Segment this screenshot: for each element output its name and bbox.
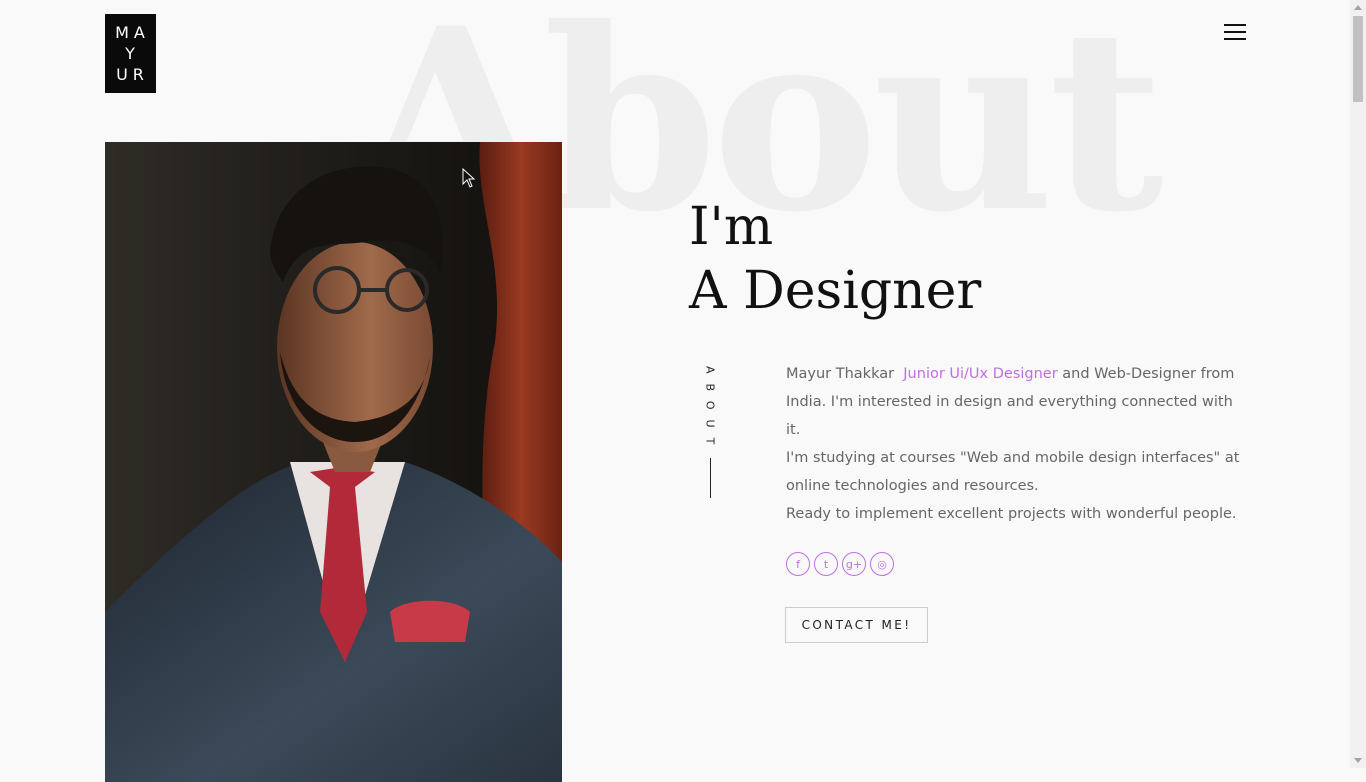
site-logo[interactable]: MA Y UR	[105, 14, 156, 93]
contact-me-button[interactable]: CONTACT ME!	[785, 607, 928, 643]
hamburger-menu-icon[interactable]	[1224, 24, 1246, 41]
bio-paragraph-3: Ready to implement excellent projects wi…	[786, 506, 1237, 522]
bio-paragraph-2: I'm studying at courses "Web and mobile …	[786, 450, 1240, 494]
bio-section: Mayur Thakkar Junior Ui/Ux Designer and …	[786, 360, 1246, 528]
hero-heading-line-1: I'm	[689, 197, 774, 257]
social-links: f t g+ ◎	[786, 552, 894, 576]
hero-heading-line-2: A Designer	[689, 261, 982, 321]
mouse-cursor-icon	[462, 168, 476, 188]
profile-photo	[105, 142, 562, 782]
bio-paragraph-1: Mayur Thakkar Junior Ui/Ux Designer and …	[786, 360, 1246, 444]
google-plus-icon[interactable]: g+	[842, 552, 866, 576]
about-side-label: ABOUT	[702, 366, 718, 499]
scroll-down-arrow-icon[interactable]	[1354, 758, 1362, 763]
side-label-divider	[709, 458, 711, 499]
bio-name: Mayur Thakkar	[786, 366, 895, 382]
twitter-icon[interactable]: t	[814, 552, 838, 576]
facebook-icon[interactable]: f	[786, 552, 810, 576]
role-link[interactable]: Junior Ui/Ux Designer	[903, 366, 1057, 382]
page-scrollbar[interactable]	[1350, 0, 1366, 768]
logo-line-3: UR	[116, 65, 149, 84]
hero-heading: I'm A Designer	[689, 195, 981, 323]
logo-line-2: Y	[125, 44, 140, 63]
scrollbar-thumb[interactable]	[1353, 16, 1363, 102]
logo-line-1: MA	[115, 23, 150, 42]
about-side-label-text: ABOUT	[703, 366, 717, 455]
scroll-up-arrow-icon[interactable]	[1354, 5, 1362, 10]
dribbble-icon[interactable]: ◎	[870, 552, 894, 576]
